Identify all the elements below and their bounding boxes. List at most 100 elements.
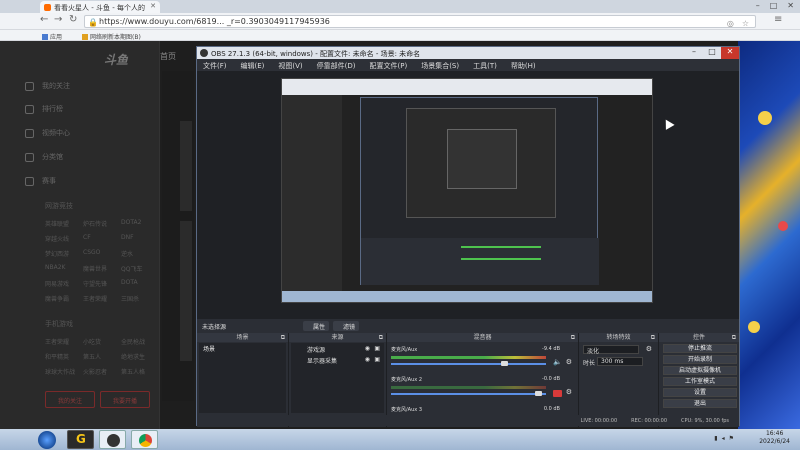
- studio-mode-button[interactable]: 工作室模式: [663, 377, 737, 386]
- category-link[interactable]: DOTA2: [121, 219, 141, 226]
- nav-home-link[interactable]: 首页: [160, 51, 176, 62]
- category-link[interactable]: 火影忍者: [83, 367, 107, 376]
- obs-app-icon[interactable]: [99, 430, 126, 449]
- category-link[interactable]: NBA2K: [45, 264, 65, 271]
- category-link[interactable]: 守望先锋: [83, 279, 107, 288]
- transition-select[interactable]: 淡化: [583, 345, 639, 355]
- menu-view[interactable]: 视图(V): [278, 61, 302, 71]
- side-item-follow[interactable]: 我的关注: [25, 81, 70, 91]
- category-link[interactable]: CSGO: [83, 249, 100, 256]
- category-link[interactable]: 穿越火线: [45, 234, 69, 243]
- back-icon[interactable]: ←: [40, 14, 48, 25]
- category-link[interactable]: CF: [83, 234, 91, 241]
- category-link[interactable]: 王者荣耀: [83, 294, 107, 303]
- filters-button[interactable]: 滤镜: [333, 321, 360, 331]
- menu-file[interactable]: 文件(F): [203, 61, 227, 71]
- exit-button[interactable]: 退出: [663, 399, 737, 408]
- start-button-icon[interactable]: [38, 431, 56, 449]
- maximize-icon[interactable]: □: [703, 47, 721, 59]
- forward-icon[interactable]: →: [54, 14, 62, 25]
- category-link[interactable]: 魔兽世界: [83, 264, 107, 273]
- minimize-icon[interactable]: –: [685, 47, 703, 59]
- volume-fader[interactable]: [391, 363, 546, 365]
- browser-tab[interactable]: 看看火星人 - 斗鱼 - 每个人的 ✕: [40, 1, 160, 13]
- category-link[interactable]: 逆水: [121, 249, 133, 258]
- category-link[interactable]: 全民枪战: [121, 337, 145, 346]
- volume-icon[interactable]: ◂: [722, 435, 725, 442]
- menu-help[interactable]: 帮助(H): [511, 61, 536, 71]
- muted-speaker-icon[interactable]: [553, 390, 562, 397]
- dock-close-icon[interactable]: ⧉: [651, 333, 655, 342]
- category-link[interactable]: 和平精英: [45, 352, 69, 361]
- source-item[interactable]: 显示器采集 ◉ ▣: [291, 354, 384, 365]
- side-item-esports[interactable]: 赛事: [25, 176, 56, 186]
- dock-close-icon[interactable]: ⧉: [281, 333, 285, 342]
- dock-close-icon[interactable]: ⧉: [379, 333, 383, 342]
- clock[interactable]: 16:46 2022/6/24: [759, 430, 790, 446]
- category-link[interactable]: 英雄联盟: [45, 219, 69, 228]
- duration-input[interactable]: 300 ms: [597, 357, 643, 366]
- shield-icon[interactable]: ◎: [727, 18, 734, 29]
- category-link[interactable]: 网易游戏: [45, 279, 69, 288]
- flag-icon[interactable]: ⚑: [729, 435, 734, 442]
- category-link[interactable]: 梦幻西游: [45, 249, 69, 258]
- category-link[interactable]: 魔兽争霸: [45, 294, 69, 303]
- properties-button[interactable]: 属性: [303, 321, 330, 331]
- volume-fader[interactable]: [391, 393, 546, 395]
- source-item[interactable]: 游戏源 ◉ ▣: [291, 343, 384, 354]
- minimize-icon[interactable]: –: [756, 1, 760, 10]
- maximize-icon[interactable]: □: [770, 1, 778, 10]
- category-link[interactable]: 三国杀: [121, 294, 139, 303]
- menu-icon[interactable]: ≡: [774, 14, 782, 25]
- category-link[interactable]: 王者荣耀: [45, 337, 69, 346]
- lock-icon[interactable]: ▣: [374, 356, 380, 363]
- start-virtual-camera-button[interactable]: 启动虚拟摄像机: [663, 366, 737, 375]
- side-item-video[interactable]: 视频中心: [25, 128, 70, 138]
- scene-item[interactable]: 场景: [199, 343, 286, 354]
- category-link[interactable]: DNF: [121, 234, 134, 241]
- category-link[interactable]: 绝地求生: [121, 352, 145, 361]
- close-icon[interactable]: ✕: [721, 47, 739, 59]
- obs-preview[interactable]: [197, 71, 739, 319]
- menu-tools[interactable]: 工具(T): [473, 61, 497, 71]
- gear-icon[interactable]: ⚙: [566, 388, 572, 396]
- game-app-icon[interactable]: G: [67, 430, 94, 449]
- chrome-app-icon[interactable]: [131, 430, 158, 449]
- dock-close-icon[interactable]: ⧉: [732, 333, 736, 342]
- eye-icon[interactable]: ◉: [365, 345, 370, 352]
- reload-icon[interactable]: ↻: [69, 14, 77, 25]
- network-icon[interactable]: ▮: [714, 435, 717, 442]
- category-link[interactable]: 小吃货: [83, 337, 101, 346]
- star-icon[interactable]: ☆: [742, 18, 749, 29]
- menu-docks[interactable]: 停靠部件(D): [317, 61, 356, 71]
- category-link[interactable]: 第五人格: [121, 367, 145, 376]
- settings-button[interactable]: 设置: [663, 388, 737, 397]
- side-item-category[interactable]: 分类馆: [25, 152, 63, 162]
- side-item-rank[interactable]: 排行榜: [25, 104, 63, 114]
- gear-icon[interactable]: ⚙: [646, 345, 652, 353]
- eye-icon[interactable]: ◉: [365, 356, 370, 363]
- follow-button[interactable]: 我的关注: [45, 391, 95, 408]
- site-logo[interactable]: 斗鱼: [104, 51, 128, 68]
- gear-icon[interactable]: ⚙: [566, 358, 572, 366]
- address-bar[interactable]: 🔒 https://www.douyu.com/6819... _r=0.390…: [84, 15, 756, 28]
- category-link[interactable]: DOTA: [121, 279, 138, 286]
- bookmark-apps[interactable]: 应用: [42, 32, 62, 41]
- fader-knob[interactable]: [501, 361, 508, 366]
- bookmark-item[interactable]: 网络刷新本期图(B): [82, 32, 141, 41]
- start-stream-button[interactable]: 我要开播: [100, 391, 150, 408]
- category-link[interactable]: QQ飞车: [121, 264, 142, 273]
- category-link[interactable]: 第五人: [83, 352, 101, 361]
- category-link[interactable]: 球球大作战: [45, 367, 75, 376]
- stop-streaming-button[interactable]: 停止推流: [663, 344, 737, 353]
- close-window-icon[interactable]: ✕: [787, 1, 794, 10]
- start-recording-button[interactable]: 开始录制: [663, 355, 737, 364]
- category-link[interactable]: 炉石传说: [83, 219, 107, 228]
- dock-close-icon[interactable]: ⧉: [571, 333, 575, 342]
- menu-edit[interactable]: 编辑(E): [241, 61, 265, 71]
- menu-scene-collection[interactable]: 场景集合(S): [421, 61, 459, 71]
- lock-icon[interactable]: ▣: [374, 345, 380, 352]
- fader-knob[interactable]: [535, 391, 542, 396]
- speaker-icon[interactable]: 🔈: [553, 358, 562, 366]
- close-icon[interactable]: ✕: [150, 2, 156, 10]
